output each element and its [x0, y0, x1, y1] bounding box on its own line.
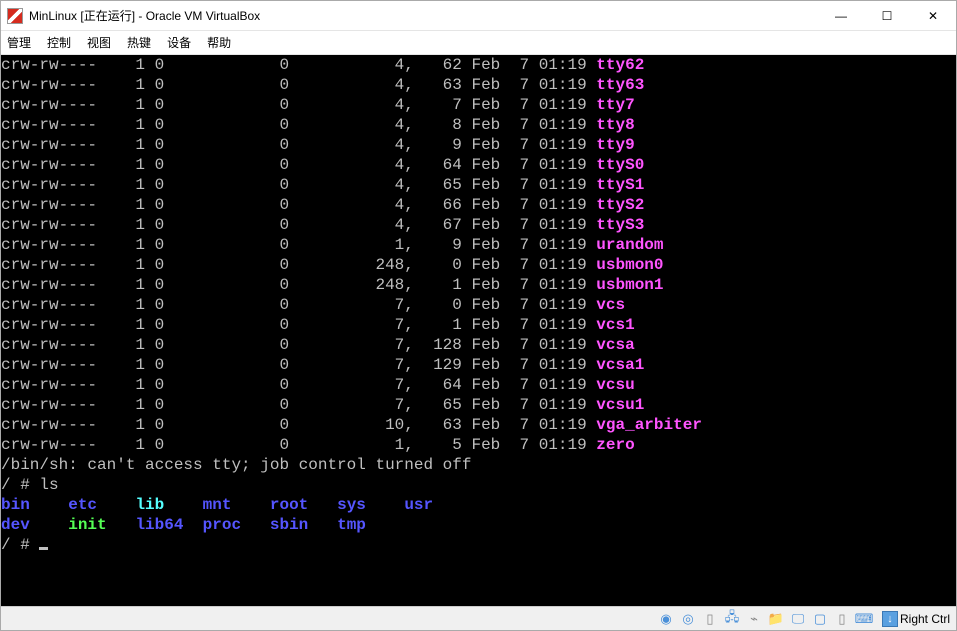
shell-message: /bin/sh: can't access tty; job control t…	[1, 455, 956, 475]
ls-row: crw-rw---- 1 0 0 10, 63 Feb 7 01:19 vga_…	[1, 415, 956, 435]
menu-view[interactable]: 视图	[87, 34, 111, 51]
usb-icon[interactable]: ⌁	[746, 611, 762, 627]
ls-row: crw-rw---- 1 0 0 248, 0 Feb 7 01:19 usbm…	[1, 255, 956, 275]
ls-row: crw-rw---- 1 0 0 7, 64 Feb 7 01:19 vcsu	[1, 375, 956, 395]
recording-icon[interactable]: ▢	[812, 611, 828, 627]
maximize-button[interactable]: ☐	[864, 1, 910, 31]
cursor	[39, 547, 48, 550]
ls-row: crw-rw---- 1 0 0 4, 64 Feb 7 01:19 ttyS0	[1, 155, 956, 175]
keyboard-capture-icon[interactable]: ⌨	[856, 611, 872, 627]
ls-row: crw-rw---- 1 0 0 4, 62 Feb 7 01:19 tty62	[1, 55, 956, 75]
mouse-integration-icon[interactable]: ▯	[834, 611, 850, 627]
window-controls: — ☐ ✕	[818, 1, 956, 31]
ls-row: crw-rw---- 1 0 0 4, 63 Feb 7 01:19 tty63	[1, 75, 956, 95]
ls-row: crw-rw---- 1 0 0 7, 0 Feb 7 01:19 vcs	[1, 295, 956, 315]
statusbar: ◉ ◎ ▯ 🖧 ⌁ 📁 🖵 ▢ ▯ ⌨ ↓ Right Ctrl	[1, 606, 956, 630]
menu-hotkeys[interactable]: 热键	[127, 34, 151, 51]
ls-row: crw-rw---- 1 0 0 4, 66 Feb 7 01:19 ttyS2	[1, 195, 956, 215]
host-key-arrow-icon: ↓	[882, 611, 898, 627]
menubar: 管理 控制 视图 热键 设备 帮助	[1, 31, 956, 55]
ls-row: crw-rw---- 1 0 0 7, 1 Feb 7 01:19 vcs1	[1, 315, 956, 335]
minimize-button[interactable]: —	[818, 1, 864, 31]
audio-icon[interactable]: ▯	[702, 611, 718, 627]
host-key-indicator[interactable]: ↓ Right Ctrl	[882, 611, 950, 627]
ls-row: crw-rw---- 1 0 0 7, 128 Feb 7 01:19 vcsa	[1, 335, 956, 355]
window-title: MinLinux [正在运行] - Oracle VM VirtualBox	[29, 7, 818, 24]
ls-row: crw-rw---- 1 0 0 4, 67 Feb 7 01:19 ttyS3	[1, 215, 956, 235]
shared-folder-icon[interactable]: 📁	[768, 611, 784, 627]
ls-row: crw-rw---- 1 0 0 248, 1 Feb 7 01:19 usbm…	[1, 275, 956, 295]
menu-control[interactable]: 控制	[47, 34, 71, 51]
network-icon[interactable]: 🖧	[724, 611, 740, 627]
hdd-icon[interactable]: ◉	[658, 611, 674, 627]
menu-help[interactable]: 帮助	[207, 34, 231, 51]
ls-row: crw-rw---- 1 0 0 7, 65 Feb 7 01:19 vcsu1	[1, 395, 956, 415]
ls-row: crw-rw---- 1 0 0 1, 5 Feb 7 01:19 zero	[1, 435, 956, 455]
close-button[interactable]: ✕	[910, 1, 956, 31]
optical-icon[interactable]: ◎	[680, 611, 696, 627]
shell-prompt: / #	[1, 535, 956, 555]
ls-output-row: dev init lib64 proc sbin tmp	[1, 515, 956, 535]
ls-row: crw-rw---- 1 0 0 7, 129 Feb 7 01:19 vcsa…	[1, 355, 956, 375]
display-icon[interactable]: 🖵	[790, 611, 806, 627]
app-icon	[7, 8, 23, 24]
ls-output-row: bin etc lib mnt root sys usr	[1, 495, 956, 515]
ls-row: crw-rw---- 1 0 0 4, 7 Feb 7 01:19 tty7	[1, 95, 956, 115]
menu-manage[interactable]: 管理	[7, 34, 31, 51]
ls-row: crw-rw---- 1 0 0 4, 8 Feb 7 01:19 tty8	[1, 115, 956, 135]
menu-devices[interactable]: 设备	[167, 34, 191, 51]
ls-row: crw-rw---- 1 0 0 4, 65 Feb 7 01:19 ttyS1	[1, 175, 956, 195]
ls-row: crw-rw---- 1 0 0 4, 9 Feb 7 01:19 tty9	[1, 135, 956, 155]
host-key-label: Right Ctrl	[900, 612, 950, 626]
shell-prompt: / # ls	[1, 475, 956, 495]
titlebar: MinLinux [正在运行] - Oracle VM VirtualBox —…	[1, 1, 956, 31]
terminal[interactable]: crw-rw---- 1 0 0 4, 62 Feb 7 01:19 tty62…	[1, 55, 956, 606]
virtualbox-window: MinLinux [正在运行] - Oracle VM VirtualBox —…	[0, 0, 957, 631]
ls-row: crw-rw---- 1 0 0 1, 9 Feb 7 01:19 urando…	[1, 235, 956, 255]
